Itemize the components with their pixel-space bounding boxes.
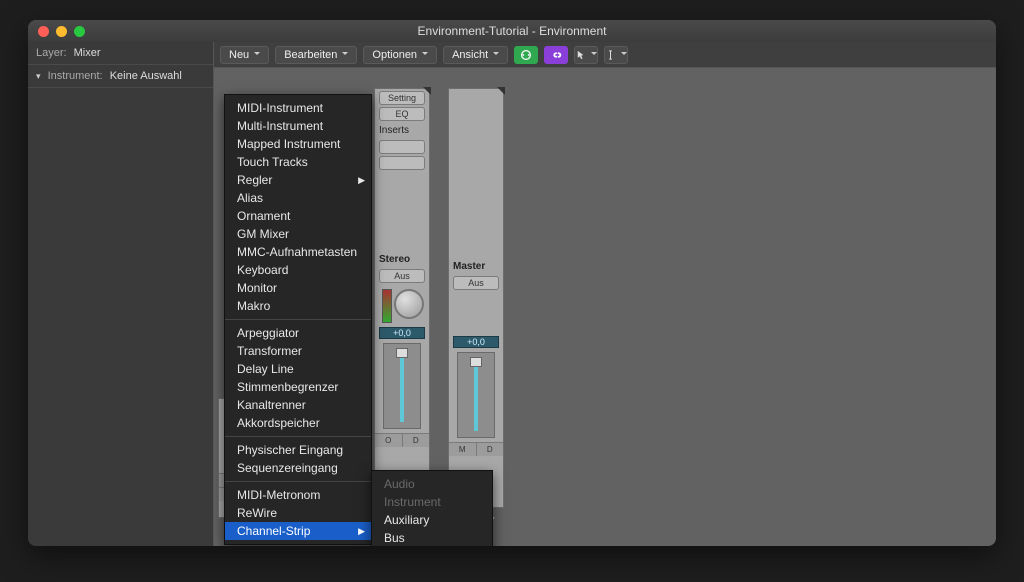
window-body: Layer: Mixer Instrument: Keine Auswahl N… bbox=[28, 42, 996, 546]
channel-strip-master[interactable]: Master Aus +0,0 M D Master bbox=[448, 88, 504, 508]
insert-slot[interactable] bbox=[379, 156, 425, 170]
instrument-label: Instrument: bbox=[48, 70, 103, 82]
gain-value[interactable]: +0,0 bbox=[453, 336, 499, 348]
cable-port-icon[interactable] bbox=[423, 87, 431, 95]
menu-item-arpeggiator[interactable]: Arpeggiator bbox=[225, 324, 371, 342]
chevron-down-icon bbox=[342, 49, 348, 61]
eq-button[interactable]: EQ bbox=[379, 107, 425, 121]
menu-item-transformer[interactable]: Transformer bbox=[225, 342, 371, 360]
strip-footer: M D bbox=[449, 442, 503, 456]
menu-item-mapped-instrument[interactable]: Mapped Instrument bbox=[225, 135, 371, 153]
chevron-down-icon bbox=[254, 49, 260, 61]
menu-item-akkordspeicher[interactable]: Akkordspeicher bbox=[225, 414, 371, 432]
strip-type-label: Stereo bbox=[375, 252, 429, 267]
titlebar: Environment-Tutorial - Environment bbox=[28, 20, 996, 42]
menu-item-midi-instrument[interactable]: MIDI-Instrument bbox=[225, 99, 371, 117]
optionen-label: Optionen bbox=[372, 49, 417, 61]
volume-fader[interactable] bbox=[383, 343, 421, 429]
menu-item-kanaltrenner[interactable]: Kanaltrenner bbox=[225, 396, 371, 414]
text-tool-button[interactable] bbox=[604, 46, 628, 64]
environment-window: Environment-Tutorial - Environment Layer… bbox=[28, 20, 996, 546]
neu-menu-button[interactable]: Neu bbox=[220, 46, 269, 64]
output-button[interactable]: Aus bbox=[379, 269, 425, 283]
gain-value[interactable]: +0,0 bbox=[379, 327, 425, 339]
instrument-value: Keine Auswahl bbox=[110, 70, 182, 82]
neu-dropdown-menu: MIDI-InstrumentMulti-InstrumentMapped In… bbox=[224, 94, 372, 545]
instrument-row[interactable]: Instrument: Keine Auswahl bbox=[28, 65, 213, 88]
menu-item-makro[interactable]: Makro bbox=[225, 297, 371, 315]
o-button[interactable]: O bbox=[375, 434, 402, 447]
text-cursor-icon bbox=[605, 48, 616, 62]
d-button[interactable]: D bbox=[476, 443, 504, 456]
inspector-sidebar: Layer: Mixer Instrument: Keine Auswahl bbox=[28, 42, 214, 546]
environment-canvas[interactable]: Setting EQ Inserts Stereo Aus +0,0 O D bbox=[214, 68, 996, 546]
channel-strip-stereo[interactable]: Setting EQ Inserts Stereo Aus +0,0 O D bbox=[374, 88, 430, 508]
bearbeiten-menu-button[interactable]: Bearbeiten bbox=[275, 46, 357, 64]
menu-item-rewire[interactable]: ReWire bbox=[225, 504, 371, 522]
menu-item-touch-tracks[interactable]: Touch Tracks bbox=[225, 153, 371, 171]
strip-footer: O D bbox=[375, 433, 429, 447]
window-title: Environment-Tutorial - Environment bbox=[28, 24, 996, 38]
menu-item-gm-mixer[interactable]: GM Mixer bbox=[225, 225, 371, 243]
menu-item-alias[interactable]: Alias bbox=[225, 189, 371, 207]
cable-port-icon[interactable] bbox=[497, 87, 505, 95]
chevron-down-icon bbox=[591, 49, 597, 61]
disclosure-triangle-icon[interactable] bbox=[36, 70, 45, 82]
midi-thru-button[interactable] bbox=[514, 46, 538, 64]
midi-icon bbox=[519, 48, 533, 62]
ansicht-label: Ansicht bbox=[452, 49, 488, 61]
menu-separator bbox=[225, 319, 371, 320]
chevron-down-icon bbox=[621, 49, 627, 61]
menu-item-sequenzereingang[interactable]: Sequenzereingang bbox=[225, 459, 371, 477]
volume-fader[interactable] bbox=[457, 352, 495, 438]
menu-item-mmc-aufnahmetasten[interactable]: MMC-Aufnahmetasten bbox=[225, 243, 371, 261]
d-button[interactable]: D bbox=[402, 434, 430, 447]
chevron-down-icon bbox=[422, 49, 428, 61]
chevron-down-icon bbox=[493, 49, 499, 61]
submenu-item-audio: Audio bbox=[372, 475, 492, 493]
layer-label: Layer: bbox=[36, 47, 67, 59]
menu-item-physischer-eingang[interactable]: Physischer Eingang bbox=[225, 441, 371, 459]
link-icon bbox=[549, 48, 563, 62]
optionen-menu-button[interactable]: Optionen bbox=[363, 46, 437, 64]
layer-row[interactable]: Layer: Mixer bbox=[28, 42, 213, 65]
pointer-tool-button[interactable] bbox=[574, 46, 598, 64]
channel-strip-submenu: AudioInstrumentAuxiliaryBusEingangAusgan… bbox=[371, 470, 493, 546]
menu-item-monitor[interactable]: Monitor bbox=[225, 279, 371, 297]
submenu-arrow-icon: ▶ bbox=[358, 175, 365, 186]
pointer-icon bbox=[575, 48, 586, 62]
level-meter-icon bbox=[382, 289, 392, 323]
menu-separator bbox=[225, 436, 371, 437]
layer-value: Mixer bbox=[74, 47, 101, 59]
menu-item-delay-line[interactable]: Delay Line bbox=[225, 360, 371, 378]
menu-item-midi-metronom[interactable]: MIDI-Metronom bbox=[225, 486, 371, 504]
submenu-item-auxiliary[interactable]: Auxiliary bbox=[372, 511, 492, 529]
menu-item-stimmenbegrenzer[interactable]: Stimmenbegrenzer bbox=[225, 378, 371, 396]
output-button[interactable]: Aus bbox=[453, 276, 499, 290]
menu-separator bbox=[225, 481, 371, 482]
m-button[interactable]: M bbox=[449, 443, 476, 456]
insert-slot[interactable] bbox=[379, 140, 425, 154]
menu-item-channel-strip[interactable]: Channel-Strip▶ bbox=[225, 522, 371, 540]
pan-knob[interactable] bbox=[394, 289, 424, 319]
submenu-item-instrument: Instrument bbox=[372, 493, 492, 511]
toolbar: Neu Bearbeiten Optionen Ansicht bbox=[214, 42, 996, 68]
strip-type-label: Master bbox=[449, 259, 503, 274]
neu-label: Neu bbox=[229, 49, 249, 61]
bearbeiten-label: Bearbeiten bbox=[284, 49, 337, 61]
submenu-item-bus[interactable]: Bus bbox=[372, 529, 492, 546]
menu-item-ornament[interactable]: Ornament bbox=[225, 207, 371, 225]
setting-button[interactable]: Setting bbox=[379, 91, 425, 105]
menu-item-multi-instrument[interactable]: Multi-Instrument bbox=[225, 117, 371, 135]
submenu-arrow-icon: ▶ bbox=[358, 526, 365, 537]
menu-item-keyboard[interactable]: Keyboard bbox=[225, 261, 371, 279]
main-area: Neu Bearbeiten Optionen Ansicht bbox=[214, 42, 996, 546]
link-button[interactable] bbox=[544, 46, 568, 64]
inserts-label: Inserts bbox=[375, 123, 429, 138]
menu-item-regler[interactable]: Regler▶ bbox=[225, 171, 371, 189]
ansicht-menu-button[interactable]: Ansicht bbox=[443, 46, 508, 64]
